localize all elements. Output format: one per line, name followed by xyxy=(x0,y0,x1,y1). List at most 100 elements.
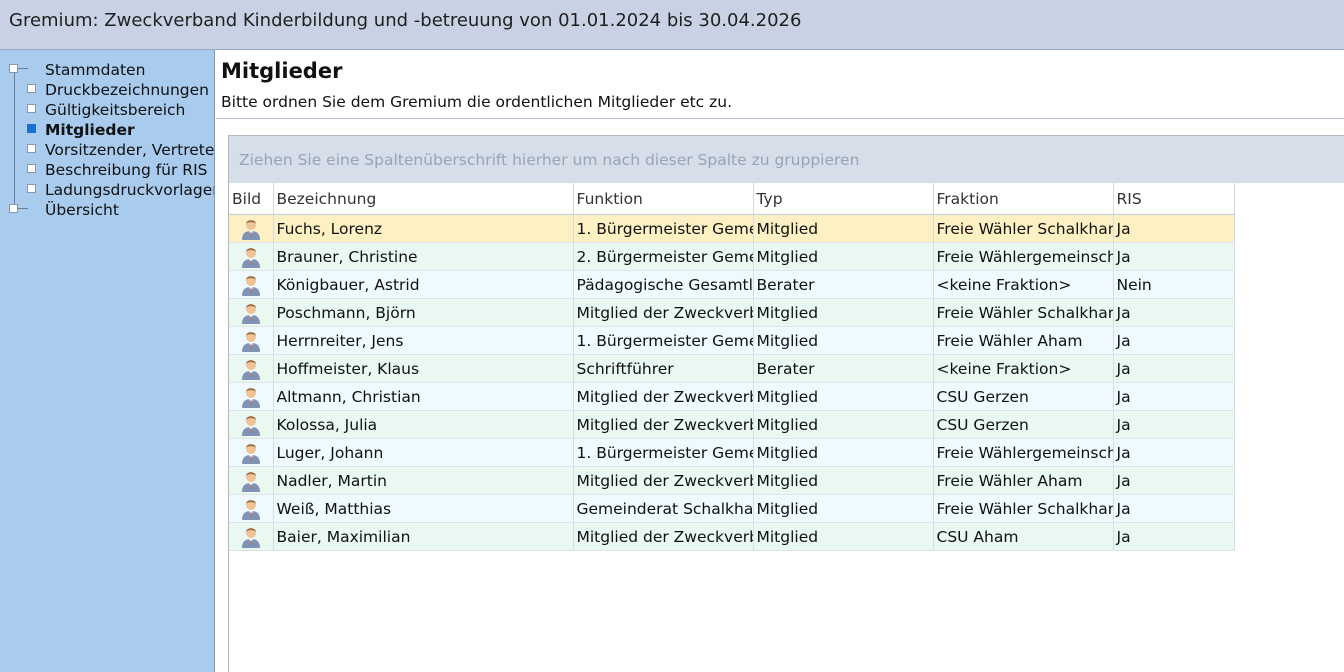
cell-bild xyxy=(229,298,274,327)
table-row[interactable]: Luger, Johann 1. Bürgermeister Geme Mitgli… xyxy=(229,438,1235,467)
sidebar-item-label: Gültigkeitsbereich xyxy=(45,101,186,119)
sidebar-item-label: Stammdaten xyxy=(45,61,146,79)
cell-funktion: Schriftführer xyxy=(573,354,754,383)
cell-bezeichnung: Fuchs, Lorenz xyxy=(273,214,574,243)
sidebar-item-label: Ladungsdruckvorlagen xyxy=(45,181,215,199)
sidebar-item-label: Vorsitzender, Vertreter xyxy=(45,141,215,159)
cell-funktion: Gemeinderat Schalkhar xyxy=(573,494,754,523)
sidebar-item-6[interactable]: Ladungsdruckvorlagen xyxy=(0,180,215,200)
person-icon xyxy=(240,499,262,520)
cell-funktion: 1. Bürgermeister Geme xyxy=(573,438,754,467)
table-row[interactable]: Königbauer, Astrid Pädagogische Gesamtle B… xyxy=(229,270,1235,299)
sidebar-item-7[interactable]: Übersicht xyxy=(0,200,214,220)
cell-bild xyxy=(229,494,274,523)
cell-fraktion: <keine Fraktion> xyxy=(933,354,1114,383)
cell-typ: Mitglied xyxy=(753,410,934,439)
tree-node-icon xyxy=(27,104,36,113)
cell-typ: Mitglied xyxy=(753,466,934,495)
sidebar-item-3[interactable]: Mitglieder xyxy=(0,120,214,140)
cell-ris: Ja xyxy=(1113,438,1235,467)
cell-bild xyxy=(229,438,274,467)
cell-ris: Ja xyxy=(1113,354,1235,383)
table-row[interactable]: Poschmann, Björn Mitglied der Zweckverb Mi… xyxy=(229,298,1235,327)
table-row[interactable]: Nadler, Martin Mitglied der Zweckverb Mitg… xyxy=(229,466,1235,495)
cell-typ: Mitglied xyxy=(753,438,934,467)
cell-bezeichnung: Brauner, Christine xyxy=(273,242,574,271)
cell-bezeichnung: Weiß, Matthias xyxy=(273,494,574,523)
cell-fraktion: Freie Wählergemeinsch xyxy=(933,242,1114,271)
main-content: Mitglieder Bitte ordnen Sie dem Gremium … xyxy=(216,50,1344,672)
cell-ris: Nein xyxy=(1113,270,1235,299)
sidebar-item-label: Druckbezeichnungen xyxy=(45,81,209,99)
cell-bild xyxy=(229,466,274,495)
column-header-funktion[interactable]: Funktion xyxy=(573,183,754,215)
members-table: Bild Bezeichnung Funktion Typ Fraktion R… xyxy=(229,183,1235,551)
person-icon xyxy=(240,275,262,296)
window-title: Gremium: Zweckverband Kinderbildung und … xyxy=(9,10,802,31)
cell-fraktion: CSU Aham xyxy=(933,522,1114,551)
cell-fraktion: Freie Wähler Aham xyxy=(933,326,1114,355)
cell-typ: Mitglied xyxy=(753,242,934,271)
tree-node-icon xyxy=(27,164,36,173)
cell-funktion: Mitglied der Zweckverb xyxy=(573,522,754,551)
sidebar-item-0[interactable]: Stammdaten xyxy=(0,60,214,80)
cell-funktion: Mitglied der Zweckverb xyxy=(573,410,754,439)
column-header-bezeichnung[interactable]: Bezeichnung xyxy=(273,183,574,215)
column-header-typ[interactable]: Typ xyxy=(753,183,934,215)
cell-bild xyxy=(229,270,274,299)
sidebar-item-1[interactable]: Druckbezeichnungen xyxy=(0,80,214,100)
cell-fraktion: CSU Gerzen xyxy=(933,382,1114,411)
table-row[interactable]: Brauner, Christine 2. Bürgermeister Geme M… xyxy=(229,242,1235,271)
sidebar-item-label: Übersicht xyxy=(45,201,119,219)
cell-bezeichnung: Poschmann, Björn xyxy=(273,298,574,327)
header-divider xyxy=(216,118,1344,119)
cell-ris: Ja xyxy=(1113,410,1235,439)
cell-bild xyxy=(229,242,274,271)
cell-bezeichnung: Altmann, Christian xyxy=(273,382,574,411)
cell-fraktion: Freie Wählergemeinsch xyxy=(933,438,1114,467)
table-row[interactable]: Weiß, Matthias Gemeinderat Schalkhar Mitgl… xyxy=(229,494,1235,523)
cell-bild xyxy=(229,382,274,411)
cell-typ: Berater xyxy=(753,354,934,383)
group-by-hint: Ziehen Sie eine Spaltenüberschrift hierh… xyxy=(239,151,860,169)
cell-fraktion: Freie Wähler Schalkhan xyxy=(933,214,1114,243)
cell-fraktion: CSU Gerzen xyxy=(933,410,1114,439)
table-row[interactable]: Herrnreiter, Jens 1. Bürgermeister Geme Mi… xyxy=(229,326,1235,355)
table-row[interactable]: Hoffmeister, Klaus Schriftführer Berater <k… xyxy=(229,354,1235,383)
cell-bezeichnung: Hoffmeister, Klaus xyxy=(273,354,574,383)
column-header-bild[interactable]: Bild xyxy=(229,183,274,215)
cell-funktion: 2. Bürgermeister Geme xyxy=(573,242,754,271)
cell-funktion: Mitglied der Zweckverb xyxy=(573,382,754,411)
tree-branch-line xyxy=(18,208,28,209)
cell-bild xyxy=(229,410,274,439)
cell-fraktion: Freie Wähler Schalkhan xyxy=(933,298,1114,327)
group-by-panel[interactable]: Ziehen Sie eine Spaltenüberschrift hierh… xyxy=(229,136,1344,183)
cell-ris: Ja xyxy=(1113,522,1235,551)
cell-bild xyxy=(229,522,274,551)
table-row[interactable]: Baier, Maximilian Mitglied der Zweckverb M… xyxy=(229,522,1235,551)
tree-node-icon xyxy=(9,204,18,213)
cell-ris: Ja xyxy=(1113,298,1235,327)
person-icon xyxy=(240,247,262,268)
sidebar-item-label: Beschreibung für RIS xyxy=(45,161,208,179)
cell-ris: Ja xyxy=(1113,466,1235,495)
cell-bild xyxy=(229,214,274,243)
tree-node-icon xyxy=(27,124,36,133)
column-header-fraktion[interactable]: Fraktion xyxy=(933,183,1114,215)
person-icon xyxy=(240,387,262,408)
cell-bezeichnung: Baier, Maximilian xyxy=(273,522,574,551)
column-header-ris[interactable]: RIS xyxy=(1113,183,1235,215)
sidebar-item-2[interactable]: Gültigkeitsbereich xyxy=(0,100,214,120)
sidebar-item-4[interactable]: Vorsitzender, Vertreter xyxy=(0,140,215,160)
members-grid[interactable]: Ziehen Sie eine Spaltenüberschrift hierh… xyxy=(228,135,1344,672)
cell-ris: Ja xyxy=(1113,382,1235,411)
cell-fraktion: Freie Wähler Aham xyxy=(933,466,1114,495)
person-icon xyxy=(240,471,262,492)
cell-ris: Ja xyxy=(1113,214,1235,243)
table-row[interactable]: Fuchs, Lorenz 1. Bürgermeister Geme Mitgli… xyxy=(229,214,1235,243)
table-row[interactable]: Altmann, Christian Mitglied der Zweckverb… xyxy=(229,382,1235,411)
table-row[interactable]: Kolossa, Julia Mitglied der Zweckverb Mitg… xyxy=(229,410,1235,439)
sidebar-item-5[interactable]: Beschreibung für RIS xyxy=(0,160,214,180)
cell-bezeichnung: Luger, Johann xyxy=(273,438,574,467)
sidebar-item-label: Mitglieder xyxy=(45,121,135,139)
